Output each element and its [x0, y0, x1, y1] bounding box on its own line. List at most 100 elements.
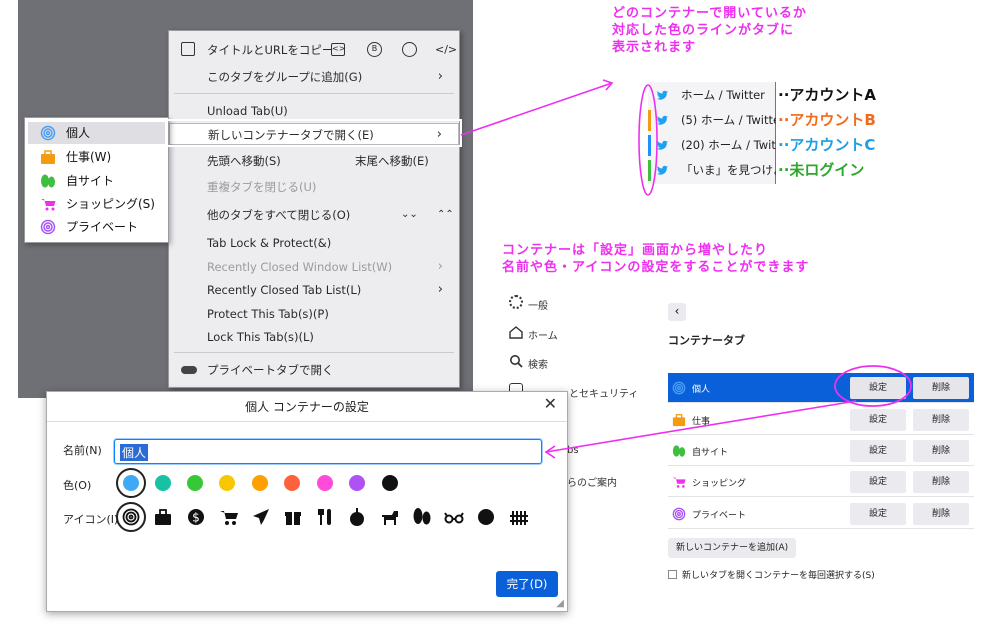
- annotation-arrow: [460, 82, 613, 136]
- briefcase-icon: [41, 150, 55, 164]
- gift-icon[interactable]: [283, 507, 303, 527]
- color-swatch-yellow[interactable]: [219, 475, 235, 491]
- plane-icon[interactable]: [251, 507, 271, 527]
- container-row: 個人 設定 削除: [668, 373, 974, 403]
- chevron-right-icon: ›: [437, 282, 443, 297]
- tab-context-menu: タイトルとURLをコピー <> B </> このタブをグループに追加(G) › …: [168, 30, 460, 388]
- annotation-tab-lines: どのコンテナーで開いているか 対応した色のラインがタブに 表示されます: [612, 6, 807, 55]
- container-settings-button[interactable]: 設定: [850, 440, 906, 462]
- container-delete-button[interactable]: 削除: [913, 409, 969, 431]
- menu-item-unload-tab[interactable]: Unload Tab(U): [169, 100, 459, 122]
- submenu-item-personal[interactable]: 個人: [28, 122, 165, 144]
- tree-icon: [672, 445, 686, 457]
- menu-item-open-in-container[interactable]: 新しいコンテナータブで開く(E) ›: [169, 123, 459, 145]
- tab-item[interactable]: (5) ホーム / Twitte: [648, 108, 776, 133]
- menu-item-lock-tabs[interactable]: Lock This Tab(s)(L): [169, 326, 459, 348]
- account-label: ··未ログイン: [778, 161, 865, 179]
- briefcase-icon: [672, 414, 686, 427]
- back-arrow-icon[interactable]: ‹: [668, 303, 686, 321]
- tab-item[interactable]: ホーム / Twitter: [648, 83, 776, 108]
- container-settings-button[interactable]: 設定: [850, 471, 906, 493]
- container-settings-button[interactable]: 設定: [850, 377, 906, 399]
- resize-grip-icon[interactable]: ◢: [556, 598, 564, 609]
- container-delete-button[interactable]: 削除: [913, 440, 969, 462]
- submenu-item-own-site[interactable]: 自サイト: [28, 170, 165, 192]
- fingerprint-icon[interactable]: [121, 507, 141, 527]
- cart-icon: [672, 477, 686, 488]
- svg-text:$: $: [192, 511, 200, 525]
- close-icon[interactable]: ✕: [544, 394, 557, 413]
- qr-icon[interactable]: <>: [331, 43, 345, 56]
- color-swatch-black[interactable]: [382, 475, 398, 491]
- color-swatch-pink[interactable]: [317, 475, 333, 491]
- mask-icon: [181, 366, 197, 374]
- name-input[interactable]: 個人: [114, 439, 542, 464]
- globe-icon[interactable]: [402, 42, 417, 57]
- submenu-item-shopping[interactable]: ショッピング(S): [28, 193, 165, 215]
- container-line: [648, 160, 651, 181]
- container-row: 仕事 設定 削除: [668, 405, 974, 435]
- container-settings-dialog: 個人 コンテナーの設定 ✕ 名前(N) 個人 色(O) アイコン(I) $ 完了…: [46, 391, 568, 612]
- menu-item-move-to-end[interactable]: 末尾へ移動(E): [355, 150, 429, 172]
- always-ask-checkbox[interactable]: 新しいタブを開くコンテナーを毎回選択する(S): [668, 568, 875, 581]
- container-settings-button[interactable]: 設定: [850, 503, 906, 525]
- fingerprint-icon: [672, 381, 686, 395]
- container-settings-button[interactable]: 設定: [850, 409, 906, 431]
- tab-item[interactable]: 「いま」を見つけよう: [648, 158, 776, 183]
- dollar-icon[interactable]: $: [186, 507, 206, 527]
- color-swatch-green[interactable]: [187, 475, 203, 491]
- icon-label: アイコン(I): [63, 513, 119, 526]
- pet-icon[interactable]: [380, 507, 400, 527]
- food-icon[interactable]: [315, 507, 335, 527]
- checkbox[interactable]: [668, 570, 677, 579]
- briefcase-icon[interactable]: [153, 507, 173, 527]
- submenu-item-private[interactable]: プライベート: [28, 216, 165, 238]
- circle-icon[interactable]: [476, 507, 496, 527]
- add-container-button[interactable]: 新しいコンテナーを追加(A): [668, 538, 797, 558]
- menu-item-open-private-tab[interactable]: プライベートタブで開く: [169, 359, 459, 381]
- account-label: ··アカウントB: [778, 111, 876, 129]
- container-line: [648, 110, 651, 131]
- double-chevron-up-icon[interactable]: ⌃⌃: [437, 204, 454, 226]
- menu-item-copy-title-url[interactable]: タイトルとURLをコピー <> B </>: [169, 39, 459, 61]
- annotation-settings: コンテナーは「設定」画面から増やしたり 名前や色・アイコンの設定をすることができ…: [502, 243, 810, 275]
- container-line: [648, 135, 651, 156]
- chevron-right-icon: ›: [437, 259, 443, 274]
- submenu-item-work[interactable]: 仕事(W): [28, 146, 165, 168]
- color-swatch-turquoise[interactable]: [155, 475, 171, 491]
- search-icon: [510, 355, 523, 368]
- container-delete-button[interactable]: 削除: [913, 377, 969, 399]
- menu-item-protect-tabs[interactable]: Protect This Tab(s)(P): [169, 303, 459, 325]
- glasses-icon[interactable]: [444, 507, 464, 527]
- menu-item-tab-lock-protect[interactable]: Tab Lock & Protect(&): [169, 232, 459, 254]
- twitter-bird-icon: [656, 165, 669, 175]
- color-label: 色(O): [63, 479, 92, 492]
- tree-icon[interactable]: [412, 507, 432, 527]
- color-swatch-purple[interactable]: [349, 475, 365, 491]
- gear-icon: [509, 295, 523, 309]
- color-swatch-red[interactable]: [284, 475, 300, 491]
- container-delete-button[interactable]: 削除: [913, 471, 969, 493]
- color-swatch-orange[interactable]: [252, 475, 268, 491]
- fingerprint-icon: [40, 125, 56, 141]
- fence-icon[interactable]: [509, 507, 529, 527]
- color-swatch-blue[interactable]: [123, 475, 139, 491]
- double-chevron-down-icon[interactable]: ⌄⌄: [401, 204, 418, 226]
- name-label: 名前(N): [63, 444, 102, 457]
- b-icon[interactable]: B: [367, 42, 382, 57]
- twitter-bird-icon: [656, 90, 669, 100]
- menu-item-recently-closed-tabs[interactable]: Recently Closed Tab List(L) ›: [169, 279, 459, 301]
- menu-item-move-to-start[interactable]: 先頭へ移動(S) 末尾へ移動(E): [169, 150, 459, 172]
- container-delete-button[interactable]: 削除: [913, 503, 969, 525]
- menu-item-add-to-group[interactable]: このタブをグループに追加(G) ›: [169, 66, 459, 88]
- menu-item-close-other-tabs[interactable]: 他のタブをすべて閉じる(O) ⌄⌄ ⌃⌃: [169, 204, 459, 226]
- container-row: ショッピング 設定 削除: [668, 467, 974, 497]
- done-button[interactable]: 完了(D): [496, 571, 558, 597]
- code-icon[interactable]: </>: [435, 39, 457, 61]
- book-icon: [181, 42, 195, 56]
- tab-item[interactable]: (20) ホーム / Twitt: [648, 133, 776, 158]
- cart-icon[interactable]: [219, 507, 239, 527]
- account-label: ··アカウントC: [778, 136, 876, 154]
- fruit-icon[interactable]: [347, 507, 367, 527]
- container-row: 自サイト 設定 削除: [668, 436, 974, 466]
